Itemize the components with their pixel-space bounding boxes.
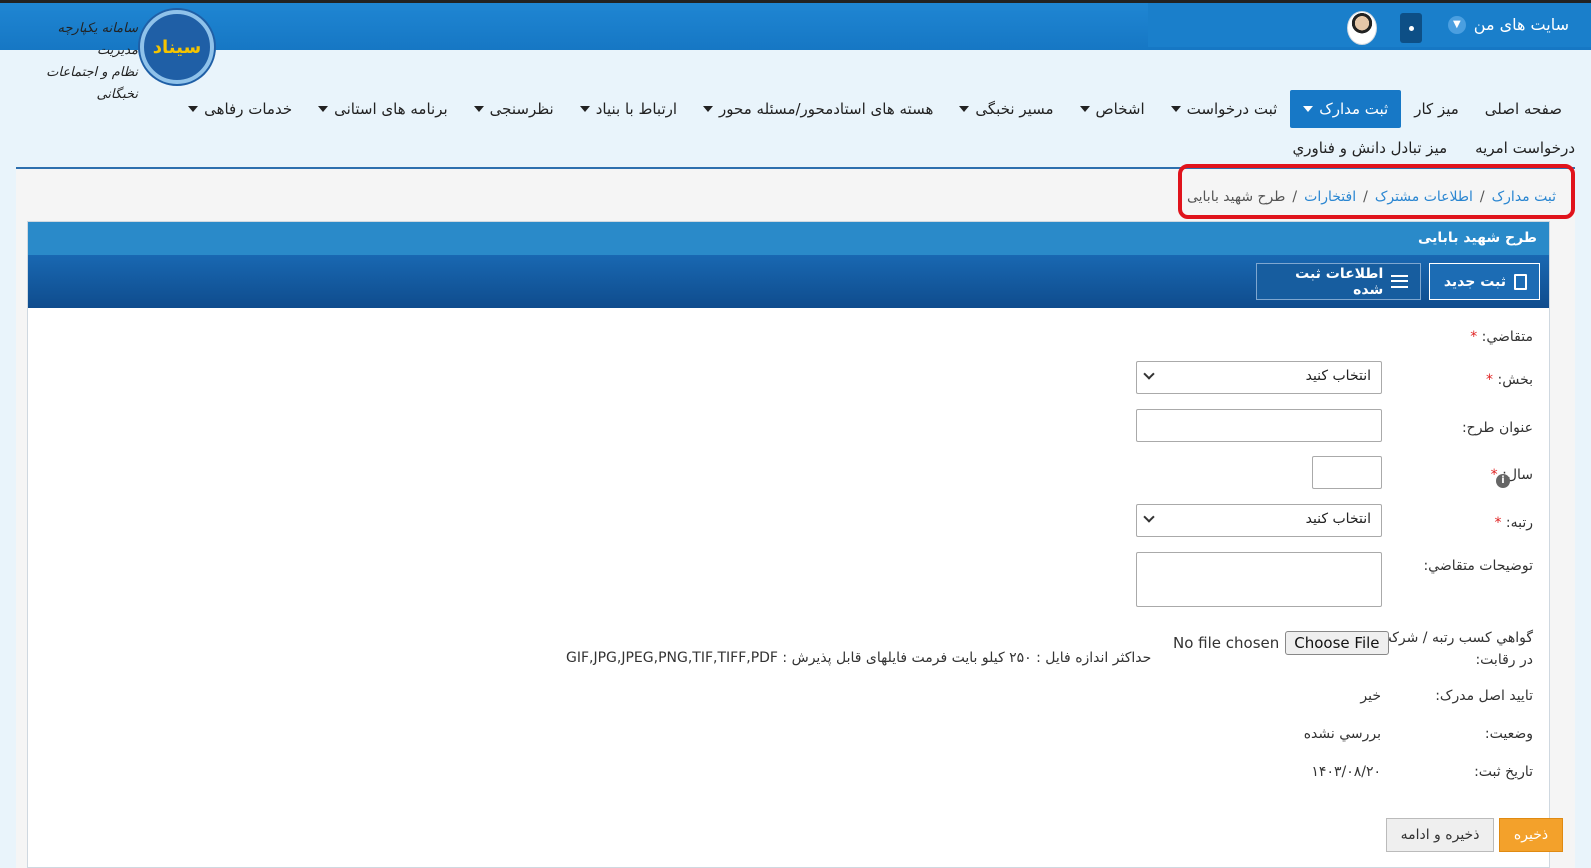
nav-item-label: میز کار — [1414, 100, 1459, 118]
logo[interactable]: سامانه یکپارچه مدیریت نظام و اجتماعات نخ… — [38, 6, 218, 102]
nav-item-7[interactable]: ارتباط با بنیاد — [567, 90, 690, 128]
logo-line-1: سامانه یکپارچه مدیریت — [57, 21, 138, 58]
file-hint: حداکثر اندازه فایل : ۲۵۰ کیلو بایت فرمت … — [566, 650, 1152, 666]
certificate-label-line-2: در رقابت: — [1475, 652, 1533, 668]
nav-item-label: هسته های استادمحور/مسئله محور — [719, 100, 934, 118]
caret-down-icon — [959, 106, 970, 112]
choose-file-button[interactable]: Choose File — [1285, 631, 1389, 655]
section-label-text: بخش: — [1497, 372, 1534, 388]
top-bar: سایت های من ▼ — [0, 0, 1591, 50]
main-nav: صفحه اصلی میز کار ثبت مدارک ثبت درخواست اشخا… — [175, 89, 1575, 129]
nav-item-label: ثبت درخواست — [1186, 100, 1278, 118]
list-icon — [1391, 275, 1408, 288]
rank-select[interactable]: انتخاب کنید — [1136, 504, 1382, 537]
section-select-value: انتخاب کنید — [1305, 368, 1371, 384]
nav-item-label: ثبت مدارک — [1319, 100, 1389, 118]
registered-info-button[interactable]: اطلاعات ثبت شده — [1256, 263, 1421, 300]
registered-info-label: اطلاعات ثبت شده — [1295, 265, 1384, 298]
caret-down-icon — [703, 106, 714, 112]
section-select[interactable]: انتخاب کنید — [1136, 361, 1382, 394]
chevron-down-icon: ▼ — [1447, 15, 1466, 34]
date-value: ۱۴۰۳/۰۸/۲۰ — [1311, 764, 1381, 780]
caret-down-icon — [1079, 106, 1090, 112]
nav-item-2[interactable]: ثبت مدارک — [1290, 90, 1402, 128]
nav-item-6[interactable]: هسته های استادمحور/مسئله محور — [690, 90, 946, 128]
nav-item-5[interactable]: مسیر نخبگی — [946, 90, 1066, 128]
new-record-button[interactable]: ثبت جدید — [1429, 263, 1540, 300]
caret-down-icon — [1170, 106, 1181, 112]
nav-item-label: برنامه های استانی — [334, 100, 448, 118]
nav-item-4[interactable]: اشخاص — [1067, 90, 1158, 128]
nav-item-8[interactable]: نظرسنجی — [461, 90, 567, 128]
required-mark: * — [1470, 329, 1478, 345]
dot-icon — [1408, 25, 1414, 31]
nav-item-3[interactable]: ثبت درخواست — [1158, 90, 1291, 128]
notification-button[interactable] — [1400, 13, 1422, 43]
caret-down-icon — [318, 106, 329, 112]
nav-item-0[interactable]: صفحه اصلی — [1472, 90, 1575, 128]
caret-down-icon — [188, 106, 199, 112]
original-confirm-value: خير — [1360, 688, 1381, 704]
document-icon — [1514, 273, 1527, 290]
save-continue-button[interactable]: ذخیره و ادامه — [1386, 818, 1494, 852]
nav-item-conscription-request[interactable]: درخواست امریه — [1475, 129, 1575, 167]
nav-item-label: اشخاص — [1095, 100, 1145, 118]
applicant-label: متقاضي: * — [1470, 329, 1533, 345]
rank-label-text: رتبه: — [1505, 515, 1533, 531]
card-toolbar: ثبت جدید اطلاعات ثبت شده — [28, 255, 1549, 308]
required-mark: * — [1486, 372, 1494, 388]
original-confirm-label: تایید اصل مدرک: — [1435, 688, 1533, 704]
new-record-label: ثبت جدید — [1443, 273, 1506, 290]
plan-title-input[interactable] — [1136, 409, 1382, 442]
certificate-label-line-1: گواهي کسب رتبه / شرکت — [1378, 630, 1533, 646]
card-title: طرح شهید بابایی — [28, 222, 1549, 255]
nav-item-label: خدمات رفاهی — [204, 100, 293, 118]
secondary-nav: میز تبادل دانش و فناوري درخواست امریه — [1292, 134, 1575, 162]
applicant-label-text: متقاضي: — [1481, 329, 1533, 345]
caret-down-icon — [1303, 106, 1314, 112]
required-mark: * — [1494, 515, 1502, 531]
logo-seal: سیناد — [140, 10, 214, 84]
chevron-down-icon — [1143, 368, 1155, 380]
nav-item-knowledge-exchange[interactable]: میز تبادل دانش و فناوري — [1292, 129, 1447, 167]
breadcrumb-highlight — [1178, 164, 1575, 219]
logo-text: سامانه یکپارچه مدیریت نظام و اجتماعات نخ… — [38, 18, 138, 106]
file-upload: No file chosen Choose File — [1173, 631, 1389, 655]
save-button[interactable]: ذخیره — [1499, 818, 1563, 852]
caret-down-icon — [473, 106, 484, 112]
info-icon[interactable]: i — [1496, 474, 1510, 488]
my-sites-label: سایت های من — [1473, 15, 1569, 34]
my-sites-menu[interactable]: سایت های من ▼ — [1447, 15, 1569, 34]
nav-item-1[interactable]: میز کار — [1401, 90, 1472, 128]
caret-down-icon — [579, 106, 590, 112]
status-label: وضعيت: — [1484, 726, 1533, 742]
nav-item-10[interactable]: خدمات رفاهی — [175, 90, 305, 128]
rank-select-value: انتخاب کنید — [1305, 511, 1371, 527]
nav-item-label: صفحه اصلی — [1484, 100, 1562, 118]
nav-item-label: نظرسنجی — [489, 100, 554, 118]
description-label: توضيحات متقاضي: — [1423, 558, 1533, 574]
nav-item-9[interactable]: برنامه های استانی — [305, 90, 461, 128]
no-file-text: No file chosen — [1173, 634, 1280, 652]
chevron-down-icon — [1143, 511, 1155, 523]
logo-line-2: نظام و اجتماعات نخبگانی — [46, 65, 138, 102]
logo-brand: سیناد — [152, 36, 202, 58]
description-textarea[interactable] — [1136, 552, 1382, 607]
status-value: بررسي نشده — [1303, 726, 1381, 742]
date-label: تاريخ ثبت: — [1474, 764, 1533, 780]
rank-label: رتبه: * — [1494, 515, 1533, 531]
nav-item-label: مسیر نخبگی — [975, 100, 1054, 118]
year-input[interactable] — [1312, 456, 1382, 489]
plan-title-label: عنوان طرح: — [1461, 420, 1533, 436]
certificate-label: گواهي کسب رتبه / شرکت در رقابت: — [1378, 627, 1533, 671]
nav-item-label: ارتباط با بنیاد — [595, 100, 678, 118]
section-label: بخش: * — [1486, 372, 1533, 388]
avatar[interactable] — [1347, 11, 1377, 45]
